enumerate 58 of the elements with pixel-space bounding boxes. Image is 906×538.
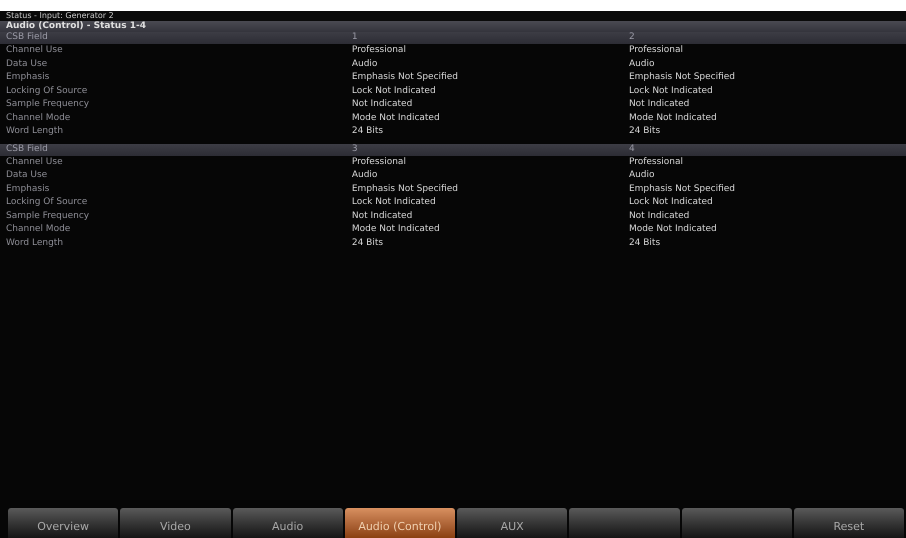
section-title: Audio (Control) - Status 1-4	[0, 21, 906, 32]
field-label: Locking Of Source	[5, 196, 88, 209]
field-label: Word Length	[5, 125, 64, 138]
tab[interactable]: Overview	[8, 508, 118, 538]
table-cell-text: Emphasis Not Specified	[628, 71, 736, 84]
field-label: Word Length	[5, 236, 64, 250]
table-cell-text: Lock Not Indicated	[628, 84, 714, 98]
window-title: Status - Input: Generator 2	[0, 11, 906, 21]
table-cell-text: Emphasis Not Specified	[628, 182, 736, 196]
table-cell-text: Not Indicated	[628, 210, 690, 222]
table-cell-text: Professional	[352, 44, 407, 57]
tab[interactable]: AUX	[457, 508, 568, 538]
field-label: Data Use	[5, 169, 48, 182]
field-label: Channel Mode	[5, 223, 72, 236]
table-cell-text: 24 Bits	[628, 125, 662, 138]
header-cell-text: 1	[352, 31, 359, 44]
header-cell-text: CSB Field	[5, 142, 49, 156]
table-cell-text: Mode Not Indicated	[628, 223, 718, 236]
tab[interactable]: Audio	[232, 508, 343, 538]
table-cell-text: Audio	[352, 169, 378, 182]
table-cell-text: Professional	[628, 156, 684, 168]
tab[interactable]: Reset	[794, 508, 904, 538]
table-cell-text: Lock Not Indicated	[352, 84, 437, 98]
field-label: Sample Frequency	[5, 98, 90, 111]
field-label: Channel Mode	[5, 112, 72, 124]
field-label: Channel Use	[5, 44, 64, 57]
field-label: Emphasis	[5, 182, 50, 196]
table-cell-text: Lock Not Indicated	[628, 196, 714, 209]
field-label: Sample Frequency	[5, 210, 90, 222]
table-cell-text: Mode Not Indicated	[352, 223, 441, 236]
tab[interactable]	[569, 508, 680, 538]
table-cell-text: Audio	[352, 58, 378, 70]
table-cell-text: Audio	[628, 169, 656, 182]
field-label: Locking Of Source	[5, 84, 88, 98]
header-cell-text: 4	[628, 142, 636, 156]
table-cell-text: Audio	[628, 58, 656, 70]
table-cell-text: Emphasis Not Specified	[352, 71, 459, 84]
tab[interactable]: Audio (Control)	[344, 508, 455, 538]
table-cell-text: 24 Bits	[352, 125, 384, 138]
tab[interactable]	[682, 508, 792, 538]
table-cell-text: 24 Bits	[352, 236, 384, 250]
table-cell-text: Professional	[628, 44, 684, 57]
table-cell-text: Mode Not Indicated	[628, 112, 718, 124]
table-cell-text: Lock Not Indicated	[352, 196, 437, 209]
field-label: Emphasis	[5, 71, 50, 84]
table-cell-text: Professional	[352, 156, 407, 168]
field-label: Data Use	[5, 58, 48, 70]
header-cell-text: CSB Field	[5, 31, 49, 44]
table-cell-text: 24 Bits	[628, 236, 662, 250]
header-cell-text: 3	[352, 142, 359, 156]
tab[interactable]: Video	[120, 508, 230, 538]
field-label: Channel Use	[5, 156, 64, 168]
table-cell-text: Not Indicated	[352, 210, 414, 222]
header-cell-text: 2	[628, 31, 636, 44]
table-cell-text: Emphasis Not Specified	[352, 182, 459, 196]
table-cell-text: Mode Not Indicated	[352, 112, 441, 124]
table-cell-text: Not Indicated	[352, 98, 414, 111]
table-cell-text: Not Indicated	[628, 98, 690, 111]
